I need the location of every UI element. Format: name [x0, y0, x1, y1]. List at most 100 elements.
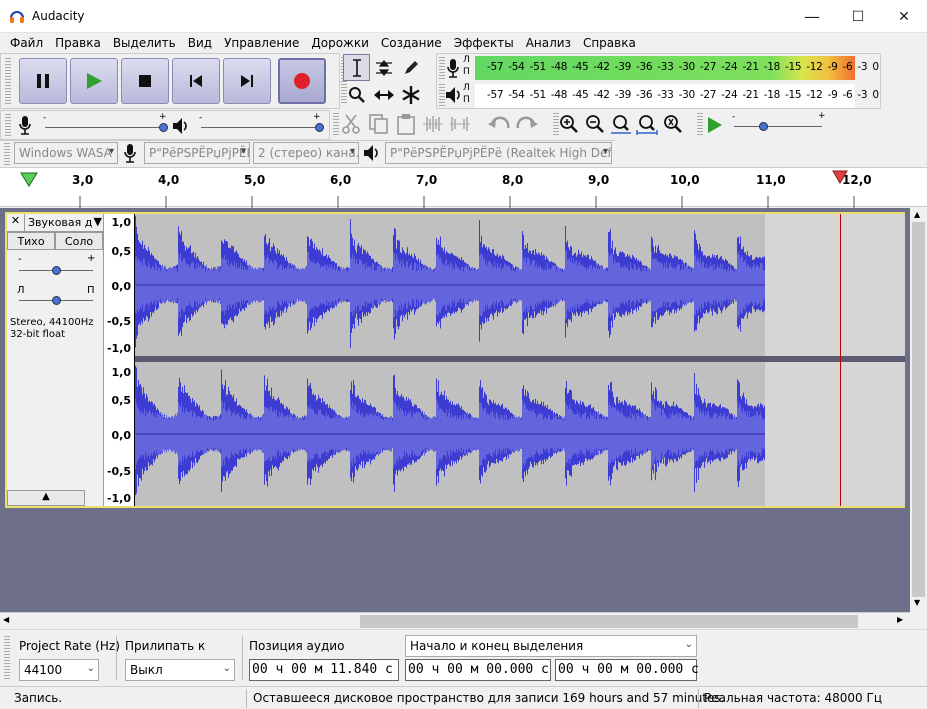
- menu-view[interactable]: Вид: [182, 33, 218, 53]
- pause-icon: [37, 74, 49, 88]
- speaker-icon[interactable]: [444, 85, 462, 105]
- vertical-scale[interactable]: 1,0 0,5 0,0 -0,5 -1,0 1,0 0,5 0,0 -0,5 -…: [104, 214, 135, 506]
- fit-project-icon[interactable]: [636, 113, 658, 135]
- zoom-out-icon[interactable]: [584, 113, 606, 135]
- time-shift-tool-button[interactable]: [370, 81, 397, 108]
- waveform-right-channel[interactable]: [135, 362, 765, 506]
- horizontal-scroll-thumb[interactable]: [360, 615, 858, 628]
- track-name[interactable]: Звуковая д: [28, 216, 92, 229]
- zoom-in-icon[interactable]: [558, 113, 580, 135]
- playback-device-select[interactable]: Р"РёРЅРЁРџРјРЁРё (Realtek High Defin ▾: [385, 142, 612, 164]
- ruler-tick-label: 9,0: [588, 173, 610, 187]
- track-info: Stereo, 44100Hz 32-bit float: [10, 317, 94, 341]
- close-button[interactable]: ✕: [881, 0, 927, 33]
- scroll-left-icon[interactable]: ◀: [3, 615, 9, 624]
- ruler-tick-label: 6,0: [330, 173, 352, 187]
- selection-tool-button[interactable]: [343, 54, 370, 81]
- mute-button[interactable]: Тихо: [7, 232, 55, 250]
- playback-meter[interactable]: Л П -57 -54 -51 -48 -45 -42 -39 -36 -33 …: [463, 83, 883, 108]
- selection-start-field[interactable]: 00 ч 00 м 00.000 с: [405, 659, 551, 681]
- envelope-tool-button[interactable]: [370, 54, 397, 81]
- minimize-button[interactable]: —: [789, 0, 835, 33]
- audio-host-select[interactable]: Windows WASA ▾: [14, 142, 118, 164]
- audio-track[interactable]: ✕ Звуковая д ▼ Тихо Соло - + Л П Stereo,…: [5, 212, 905, 508]
- selection-mode-select[interactable]: Начало и конец выделения ⌄: [405, 635, 697, 657]
- collapse-track-button[interactable]: ▲: [7, 490, 85, 506]
- recording-volume-thumb[interactable]: [159, 123, 168, 132]
- multi-tool-button[interactable]: [397, 81, 424, 108]
- vertical-scroll-thumb[interactable]: [912, 222, 925, 597]
- recording-device-select[interactable]: Р"РёРЅРЁРџРјРЁРё ▾: [144, 142, 250, 164]
- snap-to-select[interactable]: Выкл ⌄: [125, 659, 235, 681]
- draw-tool-button[interactable]: [397, 54, 424, 81]
- menu-analyze[interactable]: Анализ: [520, 33, 577, 53]
- silence-icon[interactable]: [449, 115, 471, 133]
- copy-icon[interactable]: [368, 113, 390, 135]
- status-disk-space: Оставшееся дисковое пространство для зап…: [253, 691, 725, 705]
- toolbar-grip[interactable]: [4, 636, 10, 680]
- status-actual-rate: Реальная частота: 48000 Гц: [704, 691, 882, 705]
- menu-edit[interactable]: Правка: [49, 33, 107, 53]
- menu-help[interactable]: Справка: [577, 33, 642, 53]
- project-rate-value: 44100: [24, 663, 63, 677]
- cut-icon[interactable]: [340, 113, 362, 135]
- menu-bar: Файл Правка Выделить Вид Управление Доро…: [0, 33, 927, 53]
- skip-end-button[interactable]: [223, 58, 271, 104]
- skip-start-button[interactable]: [172, 58, 220, 104]
- microphone-icon[interactable]: [445, 57, 461, 79]
- tracks-area[interactable]: ✕ Звуковая д ▼ Тихо Соло - + Л П Stereo,…: [0, 208, 910, 612]
- toolbar-grip[interactable]: [5, 58, 11, 104]
- speaker-icon: [364, 145, 378, 161]
- scroll-down-icon[interactable]: ▼: [914, 598, 920, 607]
- play-button[interactable]: [70, 58, 118, 104]
- solo-button[interactable]: Соло: [55, 232, 103, 250]
- pan-thumb[interactable]: [52, 296, 61, 305]
- playback-volume-thumb[interactable]: [315, 123, 324, 132]
- undo-toolbar: [484, 110, 549, 140]
- maximize-button[interactable]: ☐: [835, 0, 881, 33]
- toolbar-grip[interactable]: [4, 143, 10, 165]
- empty-track-area[interactable]: [765, 214, 905, 356]
- menu-tracks[interactable]: Дорожки: [305, 33, 375, 53]
- close-track-icon[interactable]: ✕: [7, 214, 25, 231]
- gain-thumb[interactable]: [52, 266, 61, 275]
- redo-icon[interactable]: [514, 115, 538, 135]
- record-meter[interactable]: Л П -57 -54 -51 -48 -45 -42 -39 -36 -33 …: [463, 55, 883, 80]
- horizontal-scrollbar[interactable]: ◀ ▶: [0, 612, 910, 629]
- fit-selection-icon[interactable]: [610, 113, 632, 135]
- toolbar-grip[interactable]: [333, 113, 339, 135]
- toolbar-grip[interactable]: [697, 113, 703, 135]
- pause-button[interactable]: [19, 58, 67, 104]
- menu-generate[interactable]: Создание: [375, 33, 448, 53]
- selection-start-value: 00 ч 00 м 00.000 с: [408, 662, 549, 677]
- track-info-bitdepth: 32-bit float: [10, 329, 66, 340]
- menu-effects[interactable]: Эффекты: [448, 33, 520, 53]
- timeline-ruler[interactable]: 3,0 4,0 5,0 6,0 7,0 8,0 9,0 10,0 11,0 12…: [0, 167, 927, 208]
- zoom-toggle-icon[interactable]: [662, 113, 684, 135]
- empty-track-area[interactable]: [765, 362, 905, 506]
- stop-button[interactable]: [121, 58, 169, 104]
- scroll-up-icon[interactable]: ▲: [914, 210, 920, 219]
- paste-icon[interactable]: [395, 113, 417, 135]
- record-button[interactable]: [278, 58, 326, 104]
- recording-channels-select[interactable]: 2 (стерео) кана. ▾: [253, 142, 359, 164]
- play-at-speed-icon[interactable]: [706, 116, 724, 134]
- undo-icon[interactable]: [488, 115, 512, 135]
- record-icon: [294, 73, 310, 89]
- track-menu-icon[interactable]: ▼: [94, 215, 102, 228]
- scale-label: 1,0: [111, 216, 132, 229]
- waveform-left-channel[interactable]: [135, 214, 765, 356]
- toolbar-grip[interactable]: [5, 114, 11, 136]
- scroll-right-icon[interactable]: ▶: [897, 615, 903, 624]
- zoom-tool-button[interactable]: [343, 81, 370, 108]
- menu-file[interactable]: Файл: [4, 33, 49, 53]
- audio-position-field[interactable]: 00 ч 00 м 11.840 с: [249, 659, 399, 681]
- snap-to-label: Прилипать к: [125, 639, 206, 653]
- project-rate-select[interactable]: 44100 ⌄: [19, 659, 99, 681]
- menu-select[interactable]: Выделить: [107, 33, 182, 53]
- trim-icon[interactable]: [422, 115, 444, 133]
- playback-speed-thumb[interactable]: [759, 122, 768, 131]
- menu-transport[interactable]: Управление: [218, 33, 305, 53]
- vertical-scrollbar[interactable]: ▲ ▼: [910, 208, 927, 629]
- selection-end-field[interactable]: 00 ч 00 м 00.000 с: [555, 659, 699, 681]
